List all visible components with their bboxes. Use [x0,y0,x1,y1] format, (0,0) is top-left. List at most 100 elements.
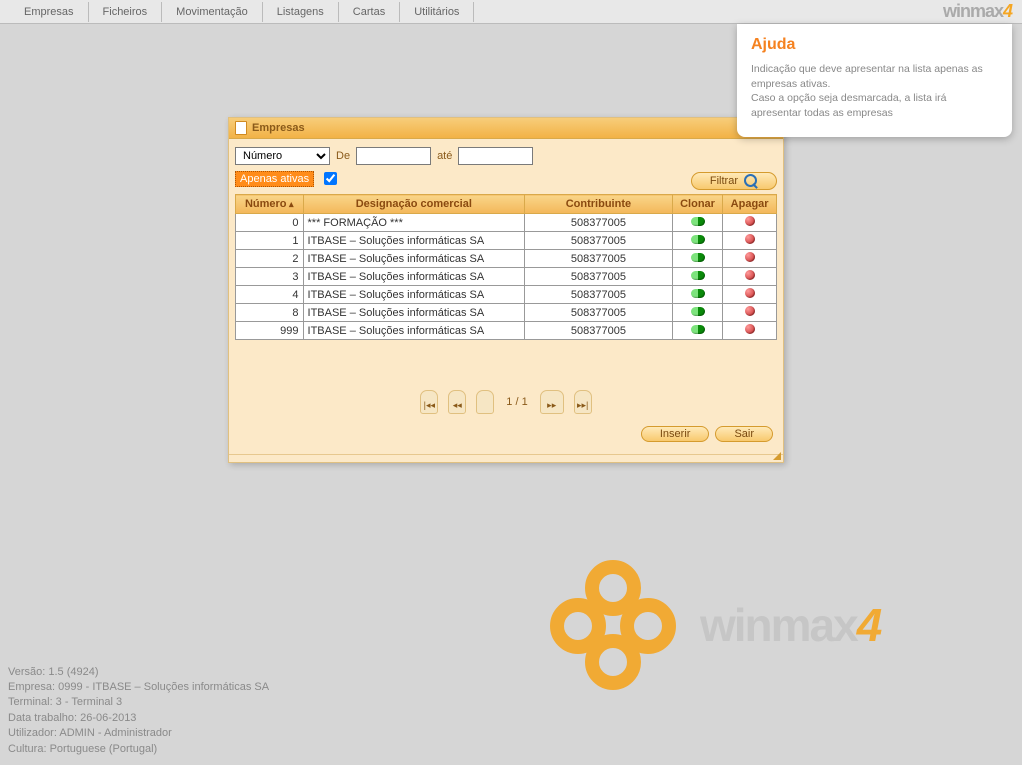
cell-designacao: ITBASE – Soluções informáticas SA [303,232,525,250]
pager-current-icon [476,390,494,414]
table-row[interactable]: 1ITBASE – Soluções informáticas SA508377… [236,232,777,250]
menu-item-ficheiros[interactable]: Ficheiros [89,2,163,22]
clone-icon [691,253,705,262]
cell-numero: 3 [236,268,304,286]
menu-item-listagens[interactable]: Listagens [263,2,339,22]
cell-apagar[interactable] [723,322,777,340]
search-icon [744,174,758,188]
label-ate: até [437,150,452,162]
cell-contribuinte: 508377005 [525,268,673,286]
delete-icon [745,252,755,262]
cell-contribuinte: 508377005 [525,304,673,322]
cell-contribuinte: 508377005 [525,250,673,268]
window-titlebar: Empresas [229,118,783,139]
pager-first-button[interactable]: |◂◂ [420,390,438,414]
background-logo: winmax4 [540,560,880,690]
status-terminal: Terminal: 3 - Terminal 3 [8,695,269,710]
delete-icon [745,216,755,226]
cell-apagar[interactable] [723,232,777,250]
cell-numero: 4 [236,286,304,304]
apenas-ativas-checkbox[interactable] [324,172,337,185]
cell-clonar[interactable] [672,286,722,304]
delete-icon [745,306,755,316]
cell-clonar[interactable] [672,232,722,250]
window-title: Empresas [252,122,305,134]
cell-numero: 0 [236,214,304,232]
cell-numero: 8 [236,304,304,322]
cell-designacao: *** FORMAÇÃO *** [303,214,525,232]
menu-item-utilitários[interactable]: Utilitários [400,2,474,22]
clone-icon [691,217,705,226]
table-row[interactable]: 2ITBASE – Soluções informáticas SA508377… [236,250,777,268]
status-data: Data trabalho: 26-06-2013 [8,711,269,726]
cell-designacao: ITBASE – Soluções informáticas SA [303,322,525,340]
delete-icon [745,288,755,298]
status-empresa: Empresa: 0999 - ITBASE – Soluções inform… [8,680,269,695]
cell-apagar[interactable] [723,268,777,286]
pager-next-button[interactable]: ▸▸ [540,390,564,414]
col-apagar[interactable]: Apagar [723,195,777,214]
help-tooltip: Ajuda Indicação que deve apresentar na l… [737,24,1012,137]
window-resize-handle[interactable] [229,454,783,462]
filtrar-button[interactable]: Filtrar [691,172,777,190]
range-from-input[interactable] [356,147,431,165]
cell-apagar[interactable] [723,286,777,304]
empresas-window: Empresas Número De até Apenas ativas Fil… [228,117,784,463]
cell-numero: 2 [236,250,304,268]
table-row[interactable]: 999ITBASE – Soluções informáticas SA5083… [236,322,777,340]
empresas-table: Número Designação comercial Contribuinte… [235,194,777,340]
pager-last-button[interactable]: ▸▸| [574,390,592,414]
cell-clonar[interactable] [672,250,722,268]
status-versao: Versão: 1.5 (4924) [8,665,269,680]
cell-numero: 1 [236,232,304,250]
delete-icon [745,234,755,244]
col-designacao[interactable]: Designação comercial [303,195,525,214]
cell-apagar[interactable] [723,250,777,268]
delete-icon [745,324,755,334]
clone-icon [691,271,705,280]
table-row[interactable]: 8ITBASE – Soluções informáticas SA508377… [236,304,777,322]
cell-clonar[interactable] [672,268,722,286]
cell-apagar[interactable] [723,214,777,232]
cell-contribuinte: 508377005 [525,232,673,250]
filter-field-select[interactable]: Número [235,147,330,165]
main-menu: EmpresasFicheirosMovimentaçãoListagensCa… [10,2,474,22]
sair-button[interactable]: Sair [715,426,773,442]
menu-item-movimentação[interactable]: Movimentação [162,2,263,22]
inserir-button[interactable]: Inserir [641,426,710,442]
clone-icon [691,235,705,244]
top-menu-bar: EmpresasFicheirosMovimentaçãoListagensCa… [0,0,1022,24]
cell-clonar[interactable] [672,322,722,340]
pager-prev-button[interactable]: ◂◂ [448,390,466,414]
document-icon [235,121,247,135]
rings-icon [540,560,690,690]
cell-numero: 999 [236,322,304,340]
table-row[interactable]: 3ITBASE – Soluções informáticas SA508377… [236,268,777,286]
col-numero[interactable]: Número [236,195,304,214]
clone-icon [691,289,705,298]
cell-contribuinte: 508377005 [525,322,673,340]
clone-icon [691,325,705,334]
pager: |◂◂ ◂◂ 1 / 1 ▸▸ ▸▸| [235,390,777,414]
col-clonar[interactable]: Clonar [672,195,722,214]
cell-designacao: ITBASE – Soluções informáticas SA [303,268,525,286]
label-de: De [336,150,350,162]
cell-designacao: ITBASE – Soluções informáticas SA [303,286,525,304]
brand-logo: winmax4 [943,1,1012,22]
status-utilizador: Utilizador: ADMIN - Administrador [8,726,269,741]
table-row[interactable]: 4ITBASE – Soluções informáticas SA508377… [236,286,777,304]
col-contribuinte[interactable]: Contribuinte [525,195,673,214]
help-body: Indicação que deve apresentar na lista a… [751,62,998,121]
cell-apagar[interactable] [723,304,777,322]
cell-clonar[interactable] [672,304,722,322]
cell-designacao: ITBASE – Soluções informáticas SA [303,304,525,322]
table-row[interactable]: 0*** FORMAÇÃO ***508377005 [236,214,777,232]
range-to-input[interactable] [458,147,533,165]
cell-contribuinte: 508377005 [525,286,673,304]
cell-clonar[interactable] [672,214,722,232]
menu-item-cartas[interactable]: Cartas [339,2,400,22]
cell-designacao: ITBASE – Soluções informáticas SA [303,250,525,268]
apenas-ativas-label: Apenas ativas [235,171,314,187]
status-footer: Versão: 1.5 (4924) Empresa: 0999 - ITBAS… [8,665,269,757]
menu-item-empresas[interactable]: Empresas [10,2,89,22]
